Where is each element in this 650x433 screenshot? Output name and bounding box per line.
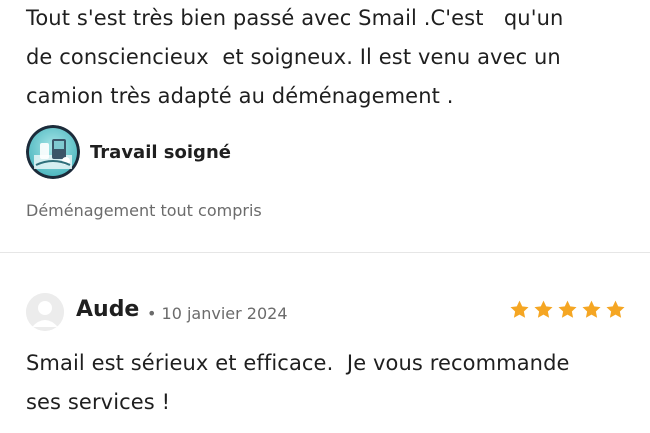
review-text: Tout s'est très bien passé avec Smail .C… [26,6,564,108]
review-date: • 10 janvier 2024 [147,304,288,323]
review-card: Tout s'est très bien passé avec Smail .C… [0,0,650,252]
star-icon [510,300,529,318]
star-icon [582,300,601,318]
star-icon [534,300,553,318]
service-tag: Déménagement tout compris [26,201,262,220]
user-placeholder-icon [26,293,64,331]
author-name: Aude [76,297,140,322]
star-rating [509,299,626,320]
star-icon [558,300,577,318]
avatar [26,293,64,331]
review-text: Smail est sérieux et efficace. Je vous r… [26,351,570,414]
badge-label: Travail soigné [90,141,231,163]
quality-badge: Travail soigné [26,124,231,180]
review-card: Aude • 10 janvier 2024 Smail est sérieux… [0,253,650,433]
star-icon [606,300,625,318]
careful-work-badge-icon [26,125,80,179]
review-header: Aude • 10 janvier 2024 [26,293,626,333]
